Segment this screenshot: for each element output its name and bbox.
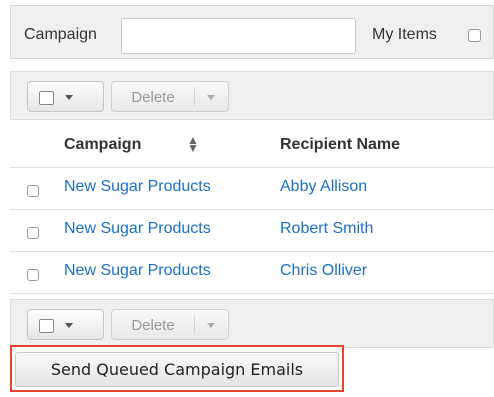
my-items-label: My Items xyxy=(372,26,437,43)
delete-button[interactable]: Delete xyxy=(111,81,229,112)
top-action-bar: Delete xyxy=(10,71,494,120)
column-header-campaign[interactable]: Campaign xyxy=(64,136,141,154)
mass-select-button[interactable] xyxy=(27,309,104,340)
campaign-filter-label: Campaign xyxy=(24,26,97,43)
campaign-link[interactable]: New Sugar Products xyxy=(64,178,211,196)
delete-button[interactable]: Delete xyxy=(111,309,229,340)
table-row: New Sugar Products Robert Smith xyxy=(10,210,494,252)
checkbox-icon xyxy=(39,319,54,333)
campaign-link[interactable]: New Sugar Products xyxy=(64,220,211,238)
chevron-down-icon[interactable] xyxy=(207,323,215,328)
send-queued-campaign-emails-button[interactable]: Send Queued Campaign Emails xyxy=(15,352,339,387)
row-checkbox[interactable] xyxy=(27,185,39,197)
mass-select-button[interactable] xyxy=(27,81,104,112)
table-header: Campaign ▲ ▼ Recipient Name xyxy=(10,120,494,168)
chevron-down-icon xyxy=(65,323,73,328)
table-row: New Sugar Products Abby Allison xyxy=(10,168,494,210)
table-row: New Sugar Products Chris Olliver xyxy=(10,252,494,294)
my-items-checkbox[interactable] xyxy=(468,29,481,42)
recipient-link[interactable]: Robert Smith xyxy=(280,220,373,238)
delete-button-label: Delete xyxy=(131,317,175,334)
divider xyxy=(194,315,195,334)
campaign-link[interactable]: New Sugar Products xyxy=(64,262,211,280)
recipient-link[interactable]: Abby Allison xyxy=(280,178,367,196)
delete-button-label: Delete xyxy=(131,89,175,106)
recipient-link[interactable]: Chris Olliver xyxy=(280,262,367,280)
chevron-down-icon[interactable] xyxy=(207,95,215,100)
chevron-down-icon xyxy=(65,95,73,100)
divider xyxy=(194,87,195,106)
sort-icon[interactable]: ▲ ▼ xyxy=(187,134,199,154)
row-checkbox[interactable] xyxy=(27,269,39,281)
campaign-filter-input[interactable] xyxy=(121,18,356,54)
column-header-recipient-name[interactable]: Recipient Name xyxy=(280,136,400,154)
checkbox-icon xyxy=(39,91,54,105)
row-checkbox[interactable] xyxy=(27,227,39,239)
bottom-action-bar: Delete xyxy=(10,299,494,348)
